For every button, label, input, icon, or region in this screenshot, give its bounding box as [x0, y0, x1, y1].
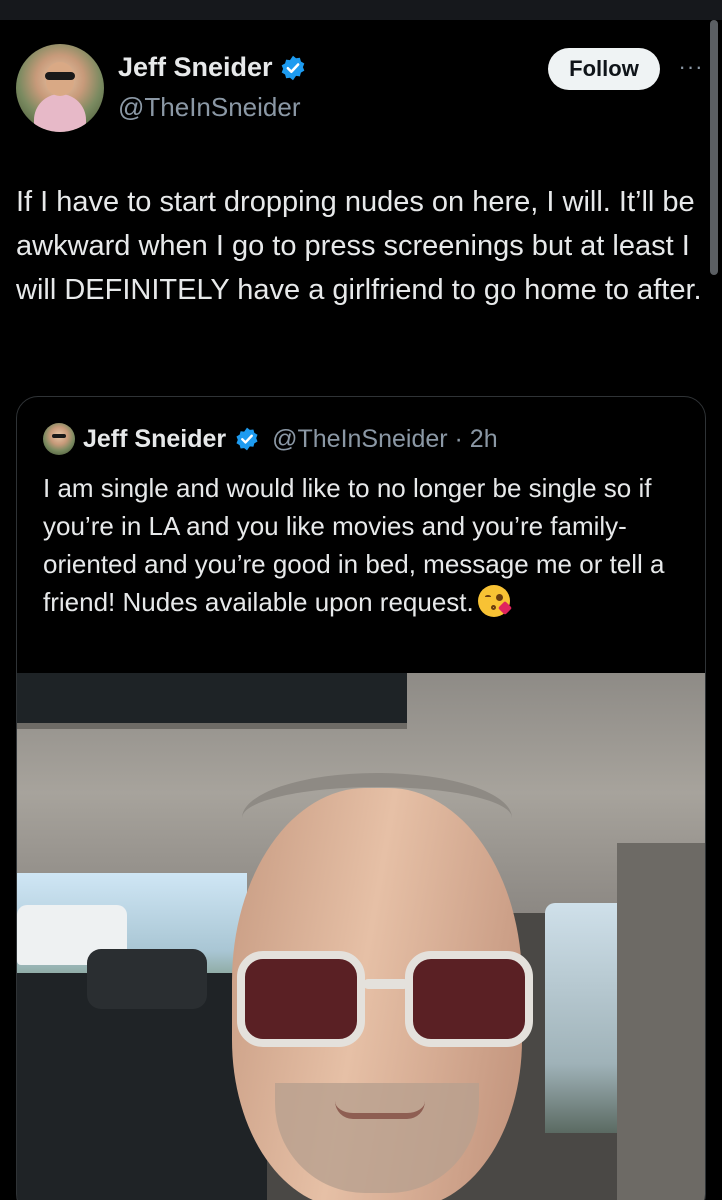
quoted-handle-time: @TheInSneider · 2h	[272, 424, 498, 453]
follow-button[interactable]: Follow	[548, 48, 660, 90]
quoted-tweet[interactable]: Jeff Sneider @TheInSneider · 2h I am sin…	[16, 396, 706, 1200]
headrest	[87, 949, 207, 1009]
top-bar	[0, 0, 722, 20]
tweet-header: Jeff Sneider @TheInSneider Follow ···	[16, 44, 706, 132]
person-smile	[335, 1101, 425, 1119]
left-lens	[237, 951, 365, 1047]
quoted-header: Jeff Sneider @TheInSneider · 2h	[43, 423, 498, 455]
quoted-photo[interactable]	[17, 673, 705, 1200]
kissing-face-emoji-icon	[477, 585, 512, 617]
quoted-verified-badge-icon	[236, 427, 258, 451]
quoted-author-name[interactable]: Jeff Sneider	[83, 425, 226, 454]
quoted-avatar[interactable]	[43, 423, 75, 455]
author-name[interactable]: Jeff Sneider	[118, 52, 273, 83]
quoted-text-block: I am single and would like to no longer …	[43, 469, 693, 621]
tweet-text: If I have to start dropping nudes on her…	[16, 186, 702, 306]
author-handle[interactable]: @TheInSneider	[118, 92, 301, 123]
person-hair	[242, 773, 512, 863]
sunroof	[17, 673, 407, 729]
avatar-sunglasses	[45, 72, 75, 80]
sunglasses	[237, 951, 537, 1051]
tweet-page: Jeff Sneider @TheInSneider Follow ··· If…	[0, 0, 722, 1200]
rear-window-right	[545, 903, 625, 1133]
quoted-avatar-sunglasses	[52, 434, 66, 438]
author-avatar[interactable]	[16, 44, 104, 132]
author-name-row: Jeff Sneider	[118, 52, 307, 83]
avatar-shirt	[34, 94, 86, 132]
scrollbar[interactable]	[710, 20, 718, 275]
car-pillar	[617, 843, 705, 1200]
right-lens	[405, 951, 533, 1047]
quoted-text: I am single and would like to no longer …	[43, 473, 665, 617]
verified-badge-icon	[281, 55, 304, 80]
more-icon[interactable]: ···	[676, 54, 706, 79]
glasses-bridge	[363, 979, 409, 989]
